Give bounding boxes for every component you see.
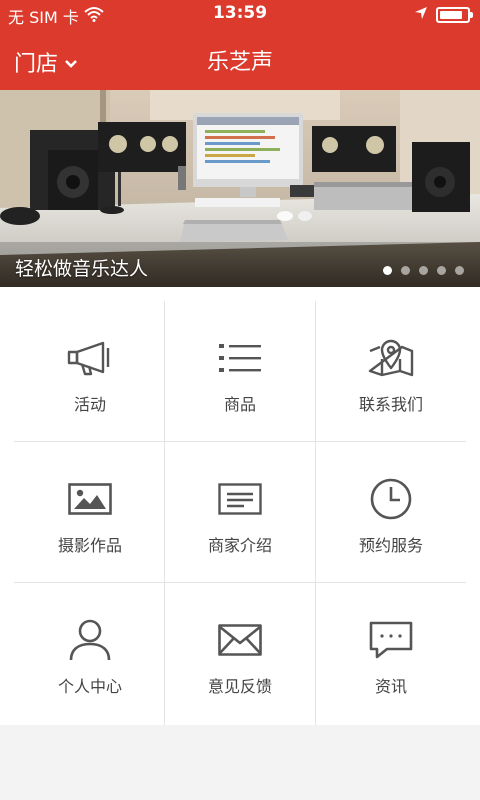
menu-label: 意见反馈 [207,677,272,696]
menu-item-contact[interactable]: 联系我们 [316,301,466,442]
menu-item-products[interactable]: 商品 [165,301,315,442]
map-pin-icon [367,338,415,378]
banner-carousel[interactable]: 轻松做音乐达人 [0,90,480,287]
carousel-indicator[interactable] [383,266,464,275]
menu-label: 预约服务 [358,536,423,555]
carousel-dot[interactable] [455,266,464,275]
chevron-down-icon [64,50,78,75]
menu-label: 商品 [223,395,256,414]
battery-icon [436,6,473,23]
menu-label: 摄影作品 [57,536,122,555]
menu-grid: 活动 商品 联系我们 摄影作品 商家介绍 预约服务 个人中心 意见反馈 资讯 [0,287,480,725]
menu-item-photography[interactable]: 摄影作品 [15,442,165,583]
nav-bar: 门店 乐芝声 [0,30,480,90]
menu-label: 商家介绍 [207,536,272,555]
menu-label: 资讯 [374,677,407,696]
menu-item-booking[interactable]: 预约服务 [316,442,466,583]
menu-item-news[interactable]: 资讯 [316,583,466,724]
image-icon [66,479,114,519]
envelope-icon [216,620,264,660]
carousel-dot[interactable] [419,266,428,275]
id-card-icon [216,479,264,519]
megaphone-icon [66,338,114,378]
menu-item-activity[interactable]: 活动 [15,301,165,442]
banner-caption: 轻松做音乐达人 [15,258,149,280]
location-arrow-icon [414,5,428,24]
status-time: 13:59 [212,3,268,23]
battery-fill [440,10,462,19]
store-dropdown[interactable]: 门店 [14,46,78,78]
status-bar: 无 SIM 卡 13:59 [0,0,480,30]
clock-icon [367,478,415,520]
chat-bubble-icon [367,620,415,660]
menu-item-profile[interactable]: 个人中心 [15,583,165,724]
header: 无 SIM 卡 13:59 门店 乐芝声 [0,0,480,90]
menu-label: 活动 [73,395,106,414]
user-icon [66,619,114,661]
carousel-dot[interactable] [383,266,392,275]
store-label: 门店 [14,52,59,77]
list-icon [216,338,264,378]
menu-label: 联系我们 [358,395,423,414]
menu-item-about-merchant[interactable]: 商家介绍 [165,442,315,583]
status-right [414,5,473,24]
menu-label: 个人中心 [57,677,122,696]
carousel-dot[interactable] [437,266,446,275]
carousel-dot[interactable] [401,266,410,275]
menu-item-feedback[interactable]: 意见反馈 [165,583,315,724]
